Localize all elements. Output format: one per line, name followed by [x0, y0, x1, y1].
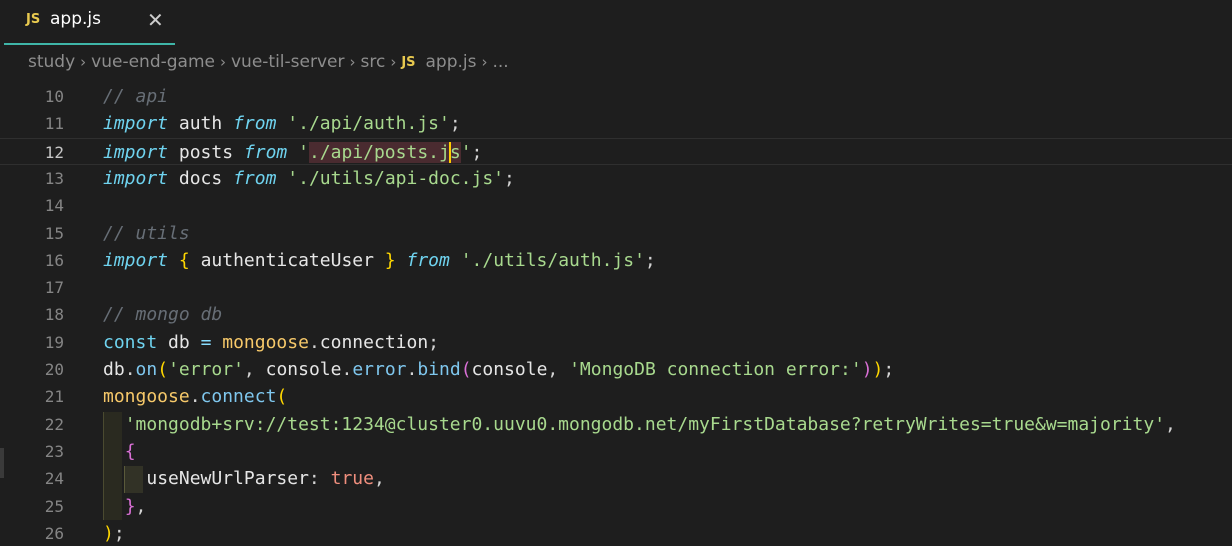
code-line[interactable]: 19 const db = mongoose.connection;: [0, 329, 1232, 356]
line-number: 22: [44, 414, 64, 434]
line-number: 23: [44, 441, 64, 461]
tab-app-js[interactable]: JS app.js ✕: [4, 0, 175, 45]
chevron-right-icon: ›: [481, 53, 488, 71]
code-text[interactable]: db.on('error', console.error.bind(consol…: [103, 356, 894, 383]
code-line[interactable]: 23 {: [0, 438, 1232, 465]
line-number: 21: [44, 387, 64, 407]
code-line[interactable]: 12 import posts from './api/posts.js';: [0, 137, 1232, 166]
code-text[interactable]: },: [103, 493, 147, 520]
line-number: 11: [44, 114, 64, 134]
chevron-right-icon: ›: [349, 53, 356, 71]
code-text[interactable]: // mongo db: [103, 301, 222, 328]
chevron-right-icon: ›: [80, 53, 87, 71]
code-text[interactable]: import auth from './api/auth.js';: [103, 110, 461, 137]
code-line[interactable]: 10 // api: [0, 83, 1232, 110]
code-text[interactable]: {: [103, 438, 136, 465]
line-number: 13: [44, 168, 64, 188]
code-line[interactable]: 21 mongoose.connect(: [0, 383, 1232, 410]
chevron-right-icon: ›: [390, 53, 397, 71]
line-number: 14: [44, 196, 64, 216]
code-text[interactable]: import { authenticateUser } from './util…: [103, 247, 656, 274]
code-text[interactable]: import posts from './api/posts.js';: [103, 139, 482, 166]
code-line[interactable]: 11 import auth from './api/auth.js';: [0, 110, 1232, 137]
code-text[interactable]: // utils: [103, 220, 190, 247]
code-line[interactable]: 18 // mongo db: [0, 301, 1232, 328]
tab-label: app.js: [50, 9, 101, 29]
code-text[interactable]: const db = mongoose.connection;: [103, 329, 439, 356]
line-number: 18: [44, 305, 64, 325]
line-number: 17: [44, 278, 64, 298]
code-editor[interactable]: 10 // api 11 import auth from './api/auth.j…: [0, 83, 1232, 546]
code-text[interactable]: // api: [103, 83, 168, 110]
code-text[interactable]: );: [103, 520, 125, 546]
code-line[interactable]: 15 // utils: [0, 220, 1232, 247]
breadcrumb-item-src[interactable]: src: [360, 52, 385, 72]
code-line[interactable]: 22 'mongodb+srv://test:1234@cluster0.uuv…: [0, 411, 1232, 438]
code-line[interactable]: 17: [0, 274, 1232, 301]
line-number: 15: [44, 223, 64, 243]
breadcrumb: study › vue-end-game › vue-til-server › …: [28, 50, 509, 74]
close-icon[interactable]: ✕: [147, 8, 164, 32]
line-number: 10: [44, 87, 64, 106]
code-text[interactable]: 'mongodb+srv://test:1234@cluster0.uuvu0.…: [103, 411, 1176, 438]
breadcrumb-more[interactable]: ...: [493, 52, 509, 72]
code-line[interactable]: 13 import docs from './utils/api-doc.js';: [0, 165, 1232, 192]
code-line[interactable]: 14: [0, 192, 1232, 219]
code-line[interactable]: 16 import { authenticateUser } from './ut…: [0, 247, 1232, 274]
tab-bar: JS app.js ✕: [0, 0, 1232, 45]
line-number: 26: [44, 523, 64, 543]
javascript-file-icon: JS: [401, 54, 416, 70]
code-text[interactable]: import docs from './utils/api-doc.js';: [103, 165, 515, 192]
line-number: 12: [44, 142, 64, 162]
line-number: 25: [44, 496, 64, 516]
breadcrumb-item-study[interactable]: study: [28, 52, 75, 72]
breadcrumb-item-file[interactable]: app.js: [426, 52, 477, 72]
code-line[interactable]: 26);: [0, 520, 1232, 546]
code-line[interactable]: 24 useNewUrlParser: true,: [0, 465, 1232, 492]
code-text[interactable]: mongoose.connect(: [103, 383, 287, 410]
code-text[interactable]: useNewUrlParser: true,: [103, 465, 384, 492]
breadcrumb-item-vue-end-game[interactable]: vue-end-game: [91, 52, 215, 72]
chevron-right-icon: ›: [219, 53, 226, 71]
line-number: 24: [44, 469, 64, 489]
line-number: 16: [44, 250, 64, 270]
line-number: 19: [44, 332, 64, 352]
code-line[interactable]: 20 db.on('error', console.error.bind(cons…: [0, 356, 1232, 383]
breadcrumb-item-vue-til-server[interactable]: vue-til-server: [231, 52, 345, 72]
code-line[interactable]: 25 },: [0, 493, 1232, 520]
javascript-file-icon: JS: [26, 12, 41, 27]
line-number: 20: [44, 360, 64, 379]
